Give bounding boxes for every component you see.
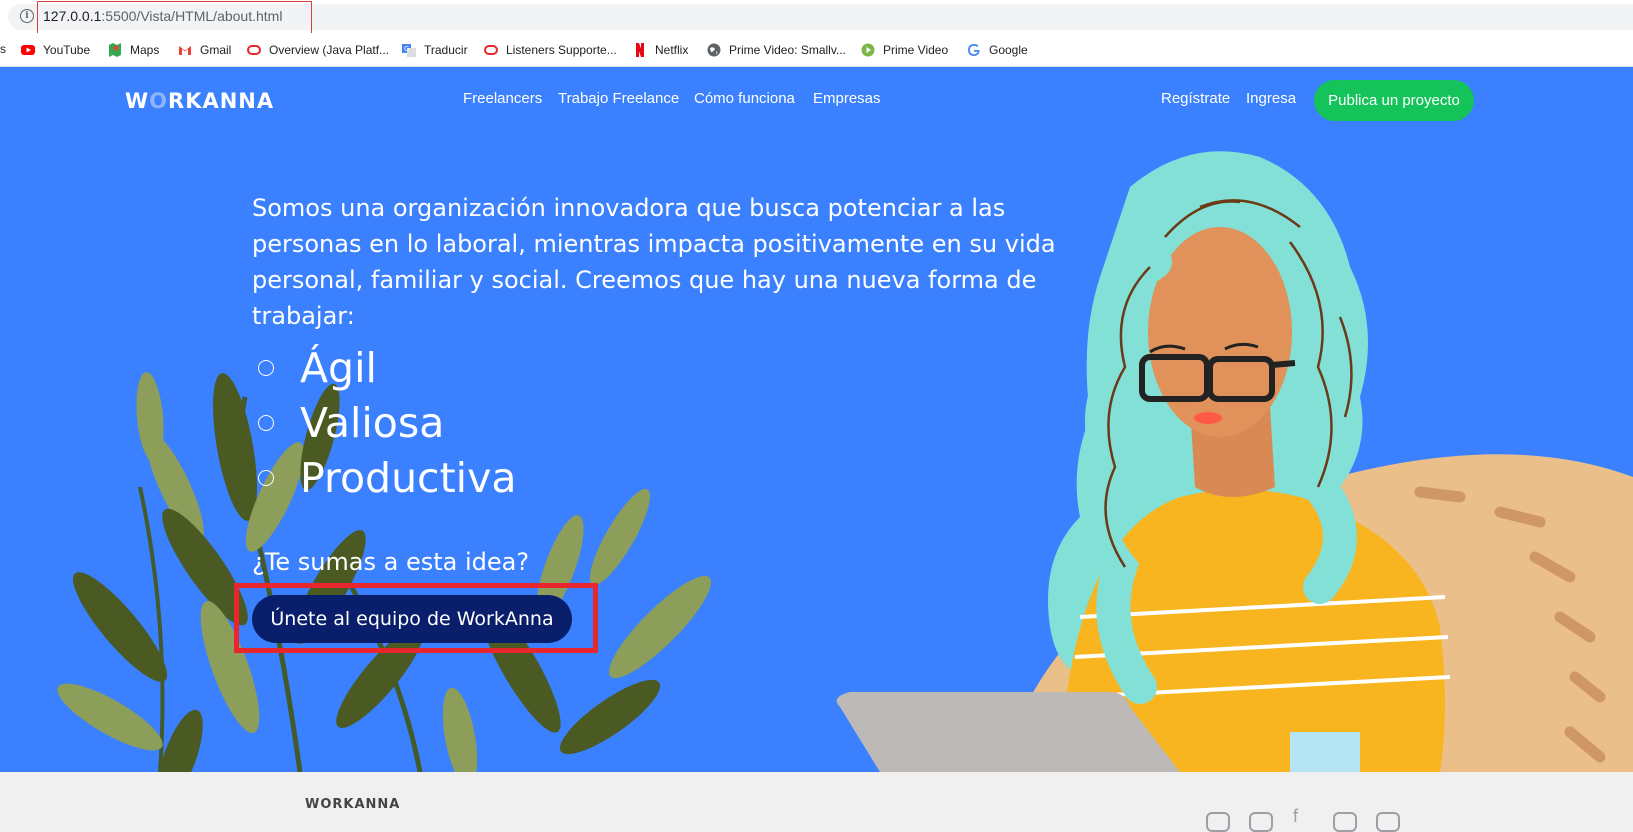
bookmark-prime-video[interactable]: Prime Video (861, 42, 948, 58)
bookmark-label: YouTube (43, 43, 91, 57)
join-highlight-box (234, 583, 598, 653)
nav-como-funciona[interactable]: Cómo funciona (694, 90, 795, 107)
bookmark-label: Maps (130, 43, 160, 57)
bookmark-label: Google (989, 43, 1028, 57)
list-item: Valiosa (252, 395, 516, 450)
linkedin-social-icon[interactable] (1376, 812, 1400, 832)
browser-address-bar: i 127.0.0.1:5500/Vista/HTML/about.html (0, 0, 1633, 40)
bullet-icon (258, 359, 274, 376)
twitter-social-icon[interactable] (1333, 812, 1357, 832)
workanna-logo[interactable]: WORKANNA (125, 89, 274, 113)
bookmark-cut-label: s (0, 42, 6, 56)
value-label: Ágil (300, 343, 377, 392)
globe-icon (707, 43, 721, 57)
bullet-icon (258, 469, 274, 486)
intro-text: Somos una organización innovadora que bu… (252, 194, 1056, 330)
value-label: Valiosa (300, 398, 445, 447)
bookmark-label: Prime Video: Smallv... (729, 43, 846, 57)
bookmark-label: Traducir (424, 43, 468, 57)
svg-text:G: G (404, 45, 409, 53)
bookmark-label: Overview (Java Platf... (269, 43, 390, 57)
question-text: ¿Te sumas a esta idea? (252, 548, 530, 576)
value-label: Productiva (300, 453, 517, 502)
hero-section: WORKANNA Freelancers Trabajo Freelance C… (0, 67, 1633, 772)
maps-icon (108, 43, 122, 57)
netflix-icon (633, 43, 647, 57)
login-link[interactable]: Ingresa (1246, 90, 1296, 107)
bookmark-traducir[interactable]: G Traducir (402, 42, 468, 58)
bullet-icon (258, 414, 274, 431)
bookmark-maps[interactable]: Maps (108, 42, 159, 58)
bookmark-youtube[interactable]: YouTube (21, 42, 90, 58)
instagram-social-icon[interactable] (1249, 812, 1273, 832)
values-list: Ágil Valiosa Productiva (252, 340, 516, 505)
youtube-icon (21, 43, 35, 57)
youtube-social-icon[interactable] (1206, 812, 1230, 832)
bookmark-gmail[interactable]: Gmail (178, 42, 231, 58)
bookmark-label: Prime Video (883, 43, 949, 57)
nav-trabajo-freelance[interactable]: Trabajo Freelance (558, 90, 679, 107)
post-project-button[interactable]: Publica un proyecto (1314, 80, 1474, 121)
bookmark-prime-smallville[interactable]: Prime Video: Smallv... (707, 42, 846, 58)
oracle-icon (484, 43, 498, 57)
prime-video-icon (861, 43, 875, 57)
list-item: Ágil (252, 340, 516, 395)
bookmark-google[interactable]: Google (967, 42, 1028, 58)
translate-icon: G (402, 43, 416, 57)
footer-logo[interactable]: WORKANNA (305, 797, 400, 812)
gmail-icon (178, 43, 192, 57)
logo-o: O (149, 89, 169, 113)
bookmark-label: Gmail (200, 43, 232, 57)
bookmark-java-overview[interactable]: Overview (Java Platf... (247, 42, 389, 58)
oracle-icon (247, 43, 261, 57)
bookmark-label: Netflix (655, 43, 689, 57)
list-item: Productiva (252, 450, 516, 505)
facebook-social-icon[interactable]: f (1293, 806, 1317, 826)
google-icon (967, 43, 981, 57)
nav-freelancers[interactable]: Freelancers (463, 90, 542, 107)
bookmark-netflix[interactable]: Netflix (633, 42, 688, 58)
bookmarks-bar: s YouTube Maps Gmail Overview (Java Plat… (0, 33, 1633, 67)
site-info-icon[interactable]: i (20, 9, 34, 23)
hero-illustration (57, 151, 1633, 772)
register-link[interactable]: Regístrate (1161, 90, 1230, 107)
bookmark-label: Listeners Supporte... (506, 43, 617, 57)
nav-empresas[interactable]: Empresas (813, 90, 881, 107)
bookmark-listeners[interactable]: Listeners Supporte... (484, 42, 617, 58)
